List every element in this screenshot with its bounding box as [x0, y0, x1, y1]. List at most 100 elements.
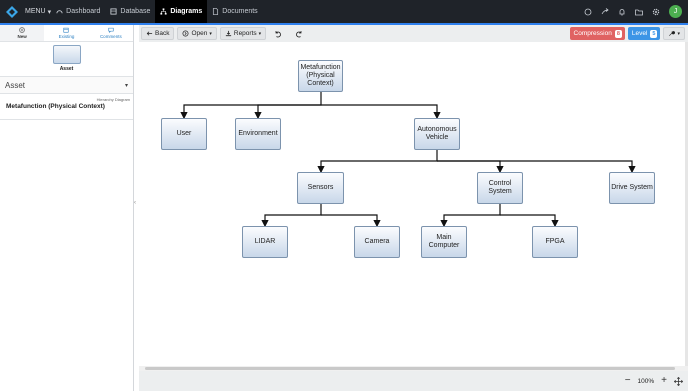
node-label: Camera — [364, 238, 390, 245]
collapse-panel-handle[interactable]: ‹ — [134, 200, 138, 212]
node-sensors[interactable]: Sensors — [297, 172, 344, 204]
asset-type-select[interactable]: Asset ▾ — [0, 76, 133, 94]
chevron-down-icon: ▾ — [124, 82, 128, 89]
comments-icon — [108, 27, 114, 33]
tab-existing-label: Existing — [58, 34, 75, 39]
diagrams-icon — [160, 8, 167, 15]
back-label: Back — [155, 30, 170, 37]
open-label: Open — [191, 30, 208, 37]
tab-existing[interactable]: Existing — [44, 25, 88, 41]
dashboard-icon — [56, 10, 63, 14]
node-label: Autonomous Vehicle — [417, 126, 457, 141]
open-button[interactable]: Open ▾ — [177, 27, 217, 40]
calendar-icon — [63, 27, 70, 33]
node-label: Control System — [488, 180, 512, 195]
left-panel: New Existing Comments Asset Asset ▾ Hier… — [0, 25, 134, 391]
node-label: Environment — [238, 130, 278, 137]
open-circle-icon — [182, 30, 189, 37]
diagram-title[interactable]: Metafunction (Physical Context) — [0, 103, 133, 110]
share-icon[interactable] — [601, 7, 609, 16]
level-button[interactable]: Level 5 — [627, 27, 661, 40]
chevron-down-icon: ▾ — [258, 30, 262, 37]
undo-icon — [275, 30, 282, 37]
download-icon — [225, 30, 231, 37]
horizontal-scrollbar-thumb[interactable] — [145, 367, 675, 370]
node-label: FPGA — [545, 238, 565, 245]
node-user[interactable]: User — [161, 118, 207, 150]
tab-comments[interactable]: Comments — [89, 25, 133, 41]
tab-comments-label: Comments — [99, 34, 122, 39]
chevron-down-icon: ▾ — [677, 30, 680, 37]
left-panel-tabs: New Existing Comments — [0, 25, 133, 42]
bell-icon[interactable] — [618, 8, 626, 16]
node-autonomous-vehicle[interactable]: Autonomous Vehicle — [414, 118, 460, 150]
diagram-type-label: Hierarchy Diagram — [96, 97, 130, 102]
plus-circle-icon — [19, 27, 25, 33]
nav-documents[interactable]: Documents — [207, 0, 262, 23]
nav-diagrams[interactable]: Diagrams — [155, 0, 208, 23]
nav-database-label: Database — [120, 8, 151, 15]
main-menu-label: MENU — [25, 8, 46, 15]
zoom-level: 100% — [637, 377, 655, 385]
node-camera[interactable]: Camera — [354, 226, 400, 258]
toolbar-right: Compression 8 Level 5 ▾ — [569, 27, 688, 40]
compression-button[interactable]: Compression 8 — [569, 27, 625, 40]
node-label: Metafunction (Physical Context) — [300, 64, 341, 87]
nav-dashboard[interactable]: Dashboard — [51, 0, 105, 23]
node-drive-system[interactable]: Drive System — [609, 172, 655, 204]
pan-move-icon[interactable] — [674, 376, 683, 386]
asset-shape-thumbnail[interactable] — [52, 45, 81, 64]
database-icon — [110, 8, 117, 15]
chevron-down-icon: ▾ — [209, 30, 212, 37]
node-lidar[interactable]: LIDAR — [242, 226, 288, 258]
node-fpga[interactable]: FPGA — [532, 226, 578, 258]
compression-label: Compression — [573, 30, 612, 37]
tab-new[interactable]: New — [0, 25, 45, 41]
node-main-computer[interactable]: Main Computer — [421, 226, 467, 258]
tab-new-label: New — [17, 34, 27, 39]
divider — [0, 119, 133, 120]
folder-icon[interactable] — [635, 8, 643, 16]
compression-count-badge: 8 — [614, 29, 622, 38]
nav-dashboard-label: Dashboard — [66, 8, 101, 15]
document-icon — [213, 8, 219, 15]
node-label: Sensors — [307, 184, 334, 191]
zoom-bar: − 100% + — [139, 371, 688, 391]
diagram-toolbar: Back Open ▾ Reports ▾ Compression 8 Leve… — [139, 25, 688, 42]
node-label: LIDAR — [254, 238, 276, 245]
chat-icon[interactable] — [584, 8, 592, 16]
tools-menu-button[interactable]: ▾ — [663, 27, 685, 40]
nav-database[interactable]: Database — [105, 0, 155, 23]
nav-documents-label: Documents — [222, 8, 258, 15]
zoom-out-button[interactable]: − — [625, 376, 631, 386]
asset-caption: Asset — [59, 66, 74, 72]
diagram-canvas[interactable]: Metafunction (Physical Context) User Env… — [139, 42, 685, 366]
reports-button[interactable]: Reports ▾ — [219, 27, 267, 40]
arrow-left-icon — [146, 31, 153, 36]
node-label: User — [176, 130, 192, 137]
avatar-initial: J — [673, 8, 678, 15]
node-control-system[interactable]: Control System — [477, 172, 523, 204]
app-logo-icon[interactable] — [4, 4, 20, 20]
wrench-icon — [669, 30, 676, 36]
level-label: Level — [631, 30, 648, 37]
reports-label: Reports — [233, 30, 257, 37]
main-menu-button[interactable]: MENU ▾ — [25, 8, 51, 16]
nav-diagrams-label: Diagrams — [170, 8, 203, 15]
redo-button[interactable] — [290, 27, 308, 40]
node-label: Main Computer — [428, 234, 460, 249]
top-right-actions: J — [584, 5, 688, 18]
gear-icon[interactable] — [652, 8, 660, 16]
node-environment[interactable]: Environment — [235, 118, 281, 150]
level-count-badge: 5 — [650, 29, 658, 38]
top-navigation-bar: MENU ▾ Dashboard Database Diagrams Docum… — [0, 0, 688, 25]
zoom-in-button[interactable]: + — [661, 376, 667, 386]
redo-icon — [296, 30, 302, 37]
user-avatar[interactable]: J — [669, 5, 682, 18]
undo-button[interactable] — [269, 27, 287, 40]
node-label: Drive System — [611, 184, 653, 191]
back-button[interactable]: Back — [141, 27, 175, 40]
asset-select-value: Asset — [5, 80, 26, 90]
connector-lines — [180, 91, 636, 228]
node-metafunction[interactable]: Metafunction (Physical Context) — [298, 60, 343, 92]
